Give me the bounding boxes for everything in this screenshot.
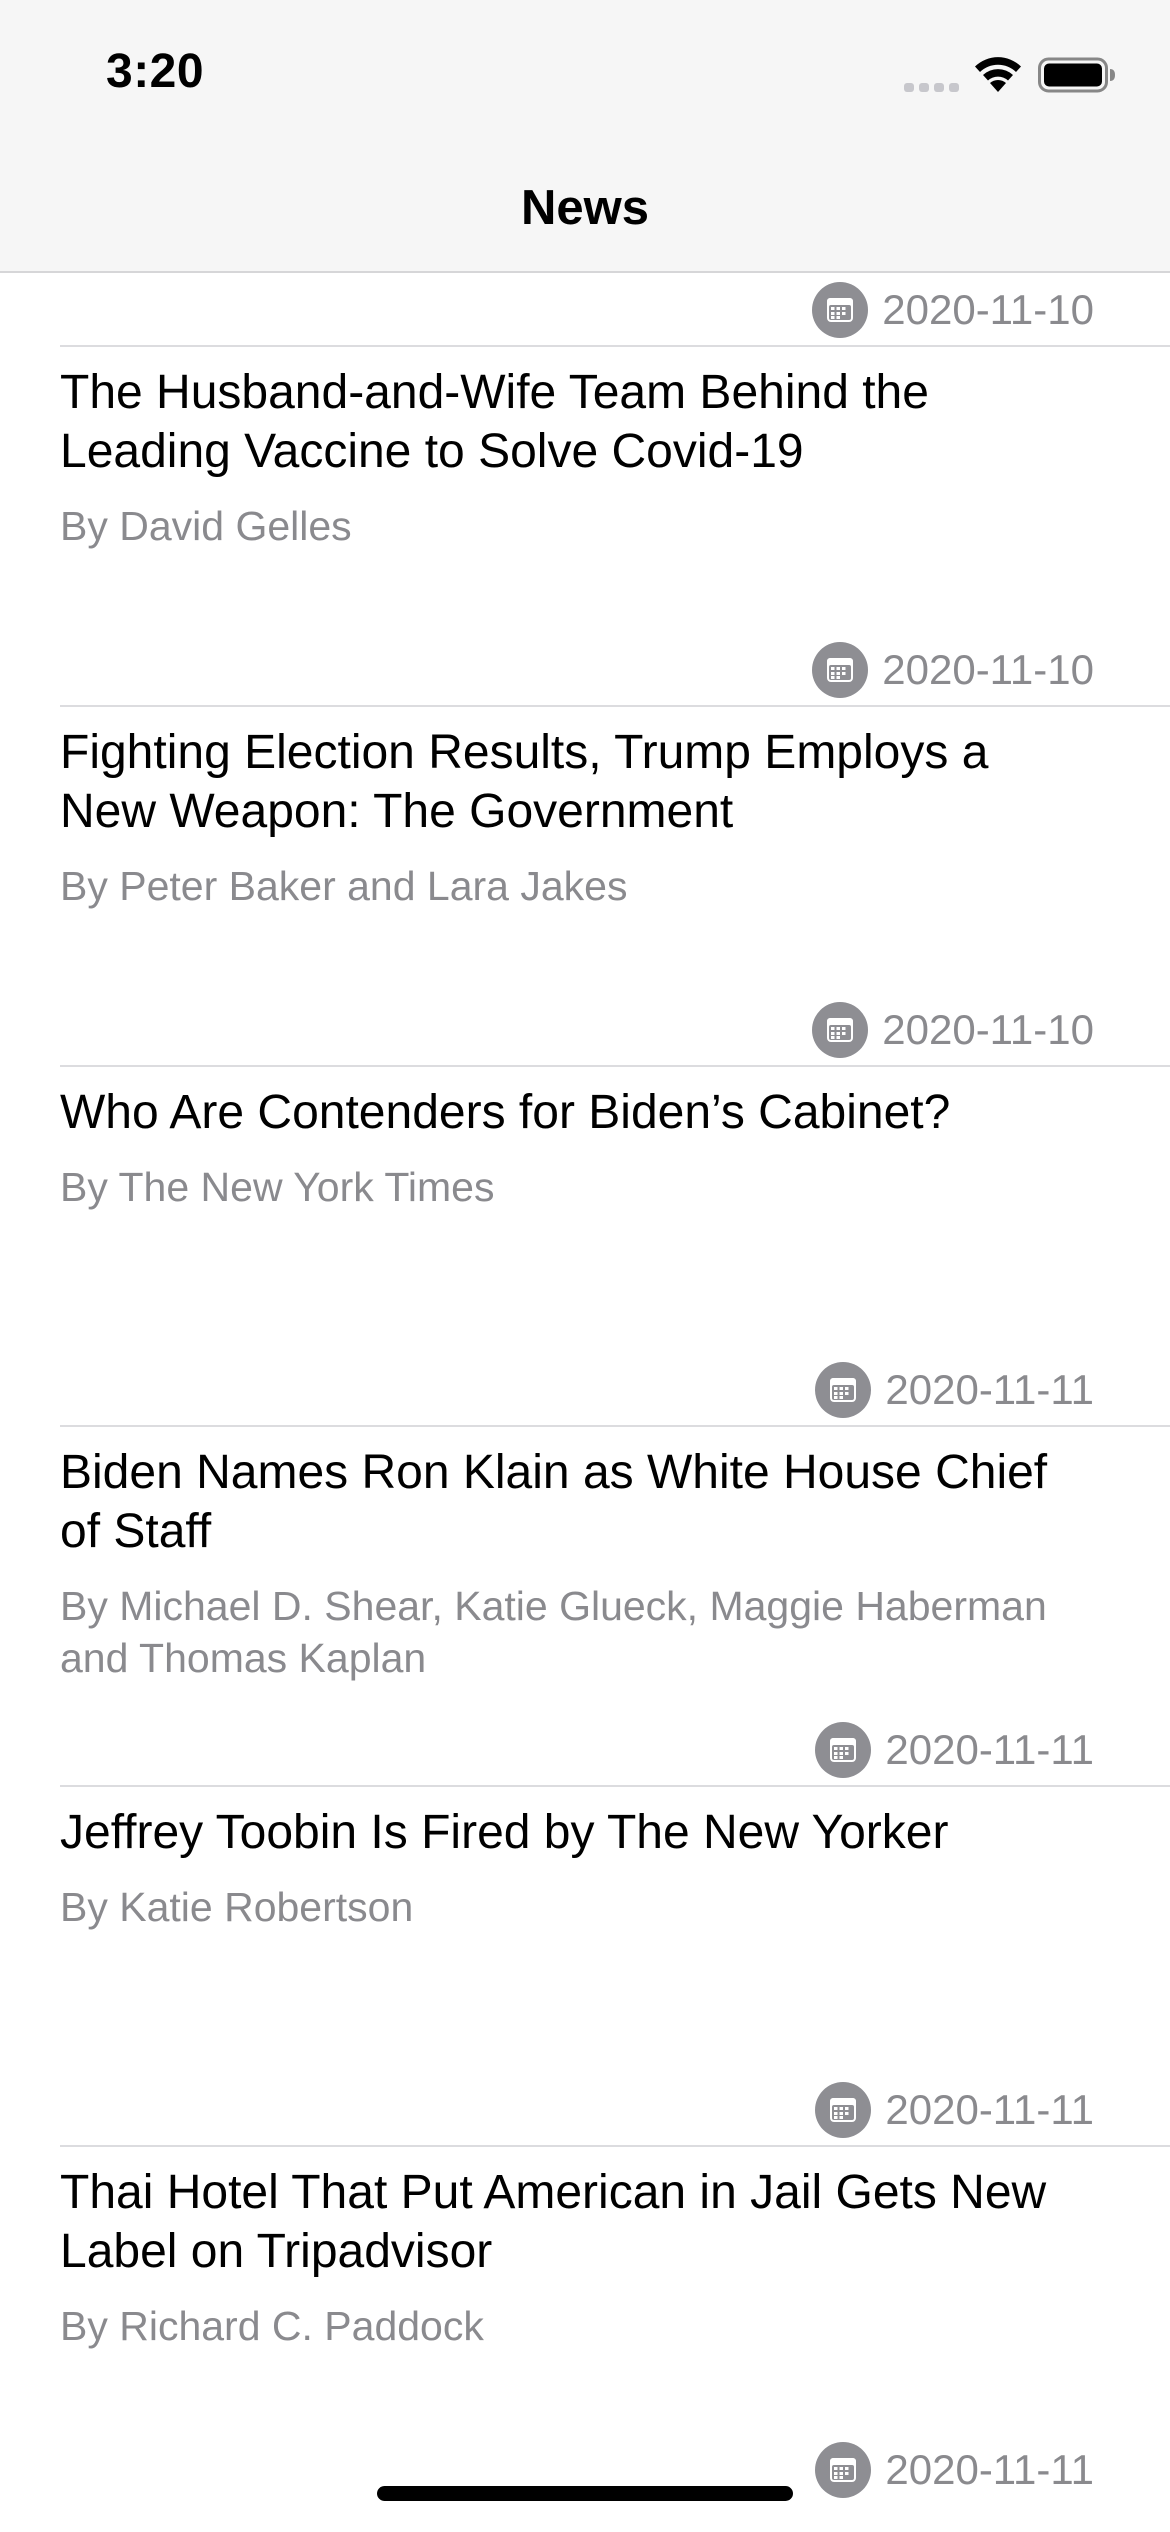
news-date-group: 2020-11-11: [815, 2082, 1094, 2138]
row-separator: [60, 345, 1170, 347]
news-title: Fighting Election Results, Trump Employs…: [60, 726, 989, 838]
news-date-group: 2020-11-10: [812, 642, 1094, 698]
row-separator: [60, 705, 1170, 707]
screen: 2020-11-10 The Husband-and-Wife Team Behi…: [0, 0, 1170, 2532]
news-date-group: 2020-11-10: [812, 282, 1094, 338]
calendar-icon: [812, 282, 869, 338]
news-title: Thai Hotel That Put American in Jail Get…: [60, 2166, 1047, 2278]
news-date: 2020-11-10: [882, 1006, 1094, 1053]
wifi-icon: [975, 57, 1021, 92]
news-date: 2020-11-10: [882, 286, 1094, 333]
row-separator: [60, 1785, 1170, 1787]
news-title: The Husband-and-Wife Team Behind the Lea…: [60, 366, 929, 478]
news-row[interactable]: Fighting Election Results, Trump Employs…: [0, 705, 1170, 1065]
row-separator: [60, 2145, 1170, 2147]
calendar-icon: [812, 1002, 869, 1058]
news-row[interactable]: Thai Hotel That Put American in Jail Get…: [0, 2145, 1170, 2505]
calendar-icon: [815, 1362, 872, 1418]
news-byline: By Peter Baker and Lara Jakes: [60, 863, 628, 909]
news-title: Biden Names Ron Klain as White House Chi…: [60, 1446, 1048, 1558]
battery-icon: [1038, 57, 1115, 93]
news-title: Who Are Contenders for Biden’s Cabinet?: [60, 1086, 951, 1139]
news-date: 2020-11-11: [885, 1366, 1094, 1413]
news-row[interactable]: Who Are Contenders for Biden’s Cabinet? B…: [0, 1065, 1170, 1425]
signal-icon: [904, 83, 959, 92]
row-separator: [60, 1065, 1170, 1067]
news-byline: By Michael D. Shear, Katie Glueck, Maggi…: [60, 1583, 1047, 1681]
news-byline: By Katie Robertson: [60, 1884, 414, 1930]
nav-title: News: [520, 181, 649, 235]
news-title: Jeffrey Toobin Is Fired by The New Yorke…: [60, 1806, 949, 1859]
news-byline: By Richard C. Paddock: [60, 2303, 484, 2349]
news-date: 2020-11-11: [885, 2086, 1094, 2133]
calendar-icon: [815, 1722, 872, 1778]
calendar-icon: [815, 2082, 872, 2138]
news-row[interactable]: The Husband-and-Wife Team Behind the Lea…: [0, 345, 1170, 705]
news-date: 2020-11-11: [885, 2446, 1094, 2493]
news-date-group: 2020-11-10: [812, 1002, 1094, 1058]
status-time: 3:20: [106, 45, 205, 98]
news-date-group: 2020-11-11: [815, 2442, 1094, 2498]
row-separator: [60, 1425, 1170, 1427]
news-row[interactable]: Jeffrey Toobin Is Fired by The New Yorke…: [0, 1785, 1170, 2145]
calendar-icon: [815, 2442, 872, 2498]
navigation-bar: 3:20 News: [0, 0, 1170, 273]
calendar-icon: [812, 642, 869, 698]
home-indicator[interactable]: [377, 2486, 793, 2501]
news-date: 2020-11-11: [885, 1726, 1094, 1773]
news-date-group: 2020-11-11: [815, 1722, 1094, 1778]
news-date-group: 2020-11-11: [815, 1362, 1094, 1418]
news-row[interactable]: Biden Names Ron Klain as White House Chi…: [0, 1425, 1170, 1785]
news-byline: By The New York Times: [60, 1164, 495, 1210]
news-byline: By David Gelles: [60, 503, 352, 549]
news-list[interactable]: 2020-11-10 The Husband-and-Wife Team Behi…: [0, 0, 1170, 2505]
news-date: 2020-11-10: [882, 646, 1094, 693]
